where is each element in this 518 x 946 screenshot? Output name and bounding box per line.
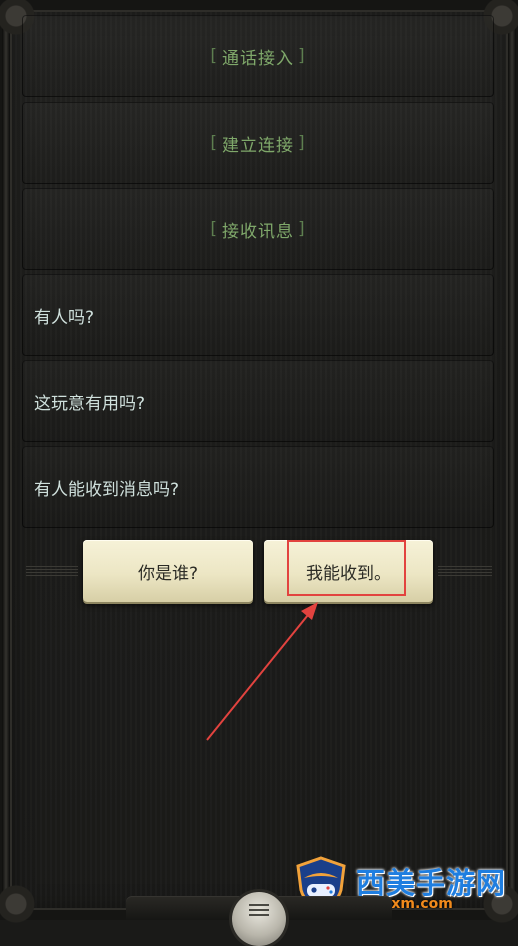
hamburger-icon: [249, 904, 269, 919]
annotation-arrow-head: [301, 602, 318, 620]
annotation-arrow-line: [206, 609, 313, 741]
menu-button[interactable]: [232, 892, 286, 946]
annotation-arrow: [206, 602, 318, 741]
